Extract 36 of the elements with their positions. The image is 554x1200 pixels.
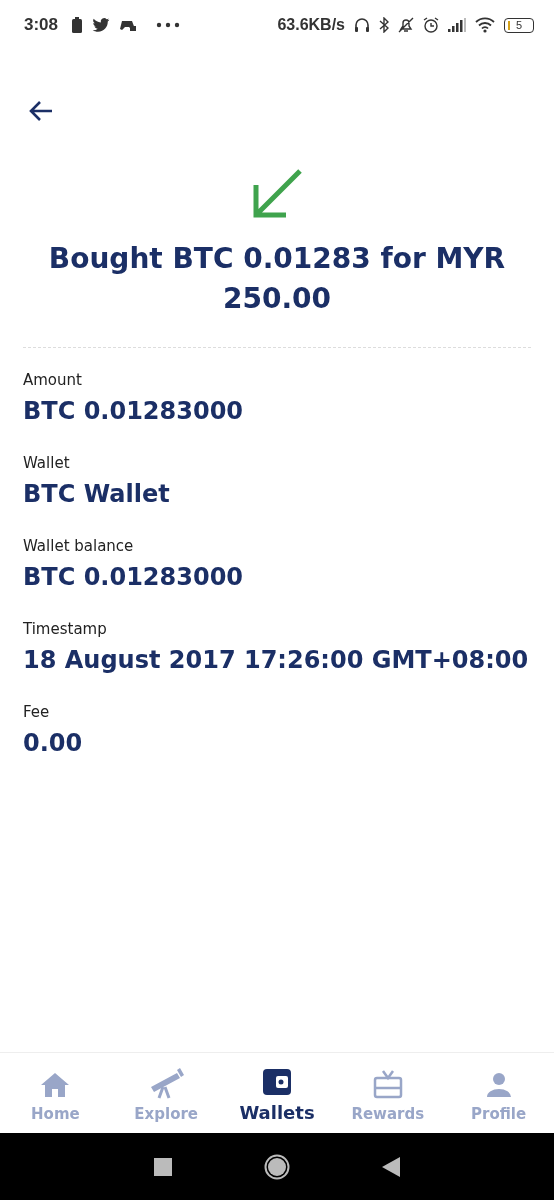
battery-saver-icon <box>71 16 84 34</box>
detail-label: Amount <box>23 370 83 390</box>
headphones-icon <box>354 17 370 33</box>
back-arrow-icon[interactable] <box>28 100 54 122</box>
back-triangle-icon[interactable] <box>382 1156 400 1177</box>
recents-icon[interactable] <box>154 1157 172 1176</box>
wifi-icon <box>475 17 495 33</box>
home-circle-icon[interactable] <box>264 1153 290 1180</box>
nav-tab[interactable]: Wallets <box>221 1053 333 1133</box>
bluetooth-icon <box>379 17 389 33</box>
transaction-title: Bought BTC 0.01283 for MYR 250.00 <box>47 241 507 317</box>
detail-value: BTC 0.01283000 <box>23 396 245 427</box>
nav-tab[interactable]: Profile <box>443 1053 554 1133</box>
detail-label: Wallet balance <box>23 536 135 556</box>
nav-tab[interactable]: Home <box>0 1053 111 1133</box>
detail-value: 0.00 <box>23 728 84 759</box>
detail-value: BTC Wallet <box>23 479 171 510</box>
detail-label: Wallet <box>23 453 71 473</box>
bird-icon <box>92 17 111 33</box>
gift-card-icon <box>372 1069 403 1099</box>
status-time: 3:08 <box>24 15 59 35</box>
nav-tab[interactable]: Rewards <box>332 1053 444 1133</box>
nav-tab[interactable]: Explore <box>110 1053 222 1133</box>
network-speed: 63.6KB/s <box>277 16 345 34</box>
more-icon <box>156 22 181 28</box>
person-icon <box>484 1071 513 1099</box>
house-icon <box>40 1071 71 1099</box>
detail-value: 18 August 2017 17:26:00 GMT+08:00 <box>23 645 530 676</box>
signal-icon <box>448 18 466 32</box>
alarm-icon <box>423 17 439 33</box>
bell-muted-icon <box>398 17 414 33</box>
detail-value: BTC 0.01283000 <box>23 562 245 593</box>
wallet-icon <box>262 1068 292 1096</box>
battery-indicator: 5 <box>504 17 534 33</box>
detail-label: Fee <box>23 702 51 722</box>
detail-label: Timestamp <box>23 619 108 639</box>
